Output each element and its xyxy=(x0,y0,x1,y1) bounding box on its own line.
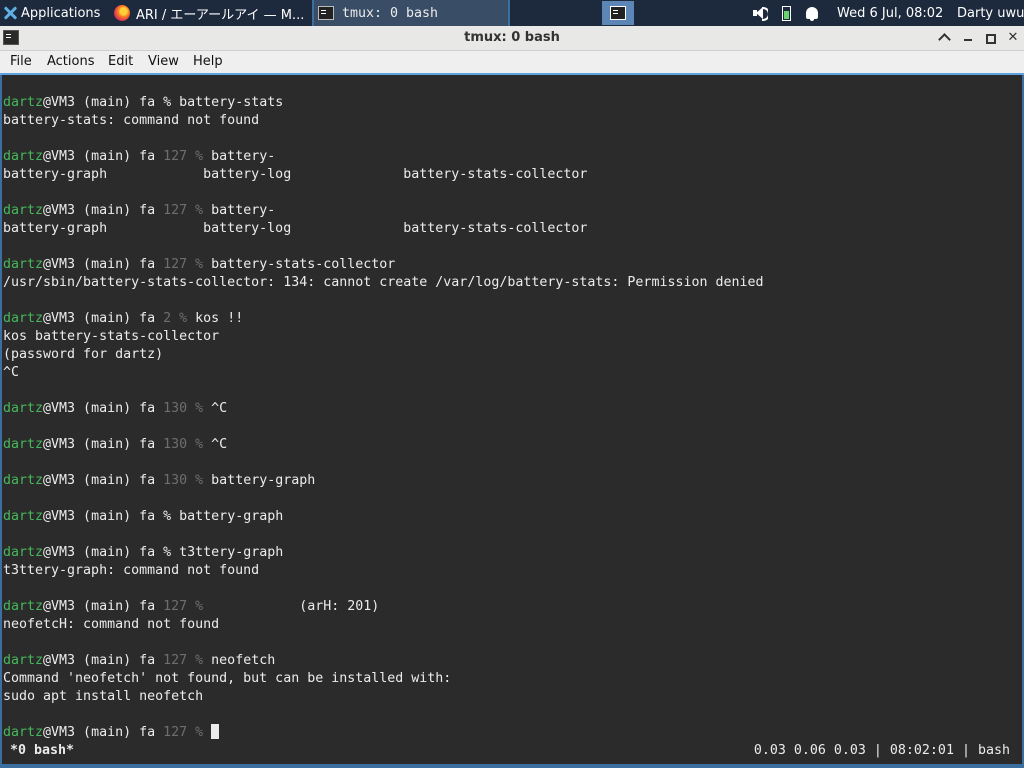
terminal-icon xyxy=(318,6,334,20)
menu-file[interactable]: File xyxy=(10,54,32,69)
output-line: t3ttery-graph: command not found xyxy=(3,563,260,578)
prompt-line: dartz@VM3 (main) fa 127 % battery- xyxy=(3,149,276,164)
output-line: battery-stats: command not found xyxy=(3,113,260,128)
output-line: sudo apt install neofetch xyxy=(3,689,204,704)
tmux-status-right: 0.03 0.06 0.03 | 08:02:01 | bash xyxy=(753,743,1010,758)
prompt-line: dartz@VM3 (main) fa 127 % battery-stats-… xyxy=(3,257,396,272)
menu-help[interactable]: Help xyxy=(193,54,223,69)
output-line: kos battery-stats-collector xyxy=(3,329,220,344)
output-line: /usr/sbin/battery-stats-collector: 134: … xyxy=(3,275,764,290)
output-line: neofetcH: command not found xyxy=(3,617,220,632)
prompt-line: dartz@VM3 (main) fa % t3ttery-graph xyxy=(3,545,284,560)
window-bottom-border xyxy=(0,764,1024,768)
output-line: (password for dartz) xyxy=(3,347,164,362)
user-menu[interactable]: Darty uwu xyxy=(957,0,1024,26)
menu-actions[interactable]: Actions xyxy=(47,54,95,69)
applications-menu[interactable]: Applications xyxy=(0,0,108,26)
text-cursor xyxy=(211,724,220,739)
prompt-line: dartz@VM3 (main) fa 130 % ^C xyxy=(3,401,228,416)
prompt-line: dartz@VM3 (main) fa 130 % ^C xyxy=(3,437,228,452)
notification-bell-icon[interactable] xyxy=(806,0,818,26)
menu-bar: File Actions Edit View Help xyxy=(0,51,1024,75)
prompt-line: dartz@VM3 (main) fa % battery-graph xyxy=(3,509,284,524)
chevron-up-icon xyxy=(937,33,951,46)
prompt-line: dartz@VM3 (main) fa 127 % neofetch xyxy=(3,653,276,668)
prompt-line: dartz@VM3 (main) fa 130 % battery-graph xyxy=(3,473,316,488)
terminal-area[interactable]: dartz@VM3 (main) fa % battery-stats batt… xyxy=(0,75,1024,768)
terminal-icon xyxy=(610,6,626,20)
window-title: tmux: 0 bash xyxy=(464,30,560,45)
taskbar-label: ARI / エーアールアイ — M... xyxy=(136,7,305,23)
top-panel: Applications ARI / エーアールアイ — M... tmux: … xyxy=(0,0,1024,26)
prompt-line: dartz@VM3 (main) fa 2 % kos !! xyxy=(3,311,244,326)
output-line: Command 'neofetch' not found, but can be… xyxy=(3,671,452,686)
output-line: battery-graph battery-log battery-stats-… xyxy=(3,221,588,236)
maximize-icon xyxy=(986,34,996,44)
xfce-logo-icon xyxy=(2,5,18,21)
taskbar-item-firefox[interactable]: ARI / エーアールアイ — M... xyxy=(110,0,310,26)
menu-view[interactable]: View xyxy=(148,54,179,69)
menu-edit[interactable]: Edit xyxy=(108,54,133,69)
close-button[interactable]: ✕ xyxy=(1004,29,1022,47)
output-line: battery-graph battery-log battery-stats-… xyxy=(3,167,588,182)
minimize-button[interactable] xyxy=(959,29,977,47)
window-titlebar[interactable]: tmux: 0 bash ✕ xyxy=(0,26,1024,51)
prompt-line: dartz@VM3 (main) fa 127 % battery- xyxy=(3,203,276,218)
minimize-icon xyxy=(964,39,972,41)
panel-clock[interactable]: Wed 6 Jul, 08:02 xyxy=(837,0,943,26)
workspace-switcher[interactable] xyxy=(602,1,634,25)
prompt-line: dartz@VM3 (main) fa % battery-stats xyxy=(3,95,284,110)
close-icon: ✕ xyxy=(1007,30,1019,45)
maximize-button[interactable] xyxy=(982,29,1000,47)
battery-icon[interactable] xyxy=(782,0,791,26)
firefox-icon xyxy=(114,5,130,21)
volume-icon[interactable] xyxy=(752,0,768,26)
taskbar-label: tmux: 0 bash xyxy=(342,5,439,21)
tmux-window-tab[interactable]: *0 bash* xyxy=(10,743,74,758)
applications-label: Applications xyxy=(21,5,101,21)
shade-button[interactable] xyxy=(935,29,953,47)
output-line: ^C xyxy=(3,365,20,380)
taskbar-item-terminal[interactable]: tmux: 0 bash xyxy=(312,0,510,26)
tmux-status-bar: *0 bash* 0.03 0.06 0.03 | 08:02:01 | bas… xyxy=(0,740,1024,764)
prompt-line: dartz@VM3 (main) fa 127 % (arH: 201) xyxy=(3,599,380,614)
